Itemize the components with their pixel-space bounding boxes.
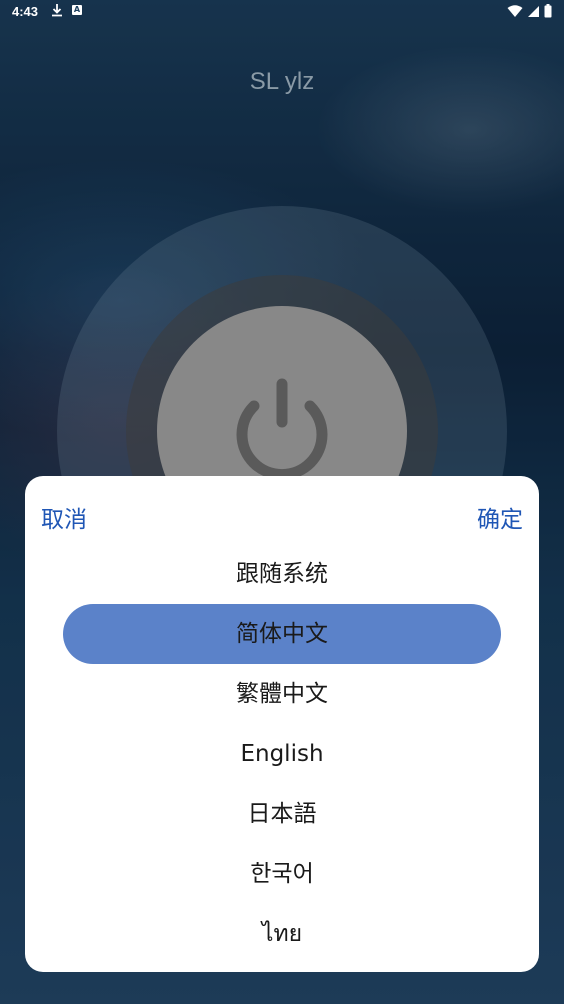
language-option-label: 日本語 [247, 801, 317, 827]
power-icon [224, 372, 340, 492]
language-option-label: 简体中文 [236, 621, 328, 647]
language-options: 跟随系统 简体中文 繁體中文 English 日本語 한국어 ไทย [25, 544, 539, 964]
language-option-label: 한국어 [250, 861, 314, 887]
language-option-label: English [240, 741, 324, 767]
cancel-button[interactable]: 取消 [41, 500, 87, 534]
language-option-label: ไทย [261, 921, 303, 947]
wifi-icon [507, 4, 523, 22]
language-option-label: 跟随系统 [236, 561, 328, 587]
language-option-japanese[interactable]: 日本語 [25, 784, 539, 844]
signal-icon [527, 5, 540, 22]
status-icons [507, 4, 552, 22]
language-option-english[interactable]: English [25, 724, 539, 784]
language-option-simplified-chinese[interactable]: 简体中文 [25, 604, 539, 664]
language-option-traditional-chinese[interactable]: 繁體中文 [25, 664, 539, 724]
language-picker-dialog: 取消 确定 跟随系统 简体中文 繁體中文 English 日本語 한국어 ไทย [25, 476, 539, 972]
language-option-follow-system[interactable]: 跟随系统 [25, 544, 539, 604]
app-title: SL ylz [249, 68, 315, 95]
confirm-button[interactable]: 确定 [477, 500, 523, 534]
status-time: 4:43 [12, 4, 39, 19]
status-bar: 4:43 A [0, 0, 564, 24]
app-badge-icon: A [72, 5, 82, 15]
language-option-korean[interactable]: 한국어 [25, 844, 539, 904]
battery-icon [544, 4, 552, 22]
language-option-thai[interactable]: ไทย [25, 904, 539, 964]
language-option-label: 繁體中文 [236, 681, 328, 707]
download-icon [50, 3, 64, 21]
